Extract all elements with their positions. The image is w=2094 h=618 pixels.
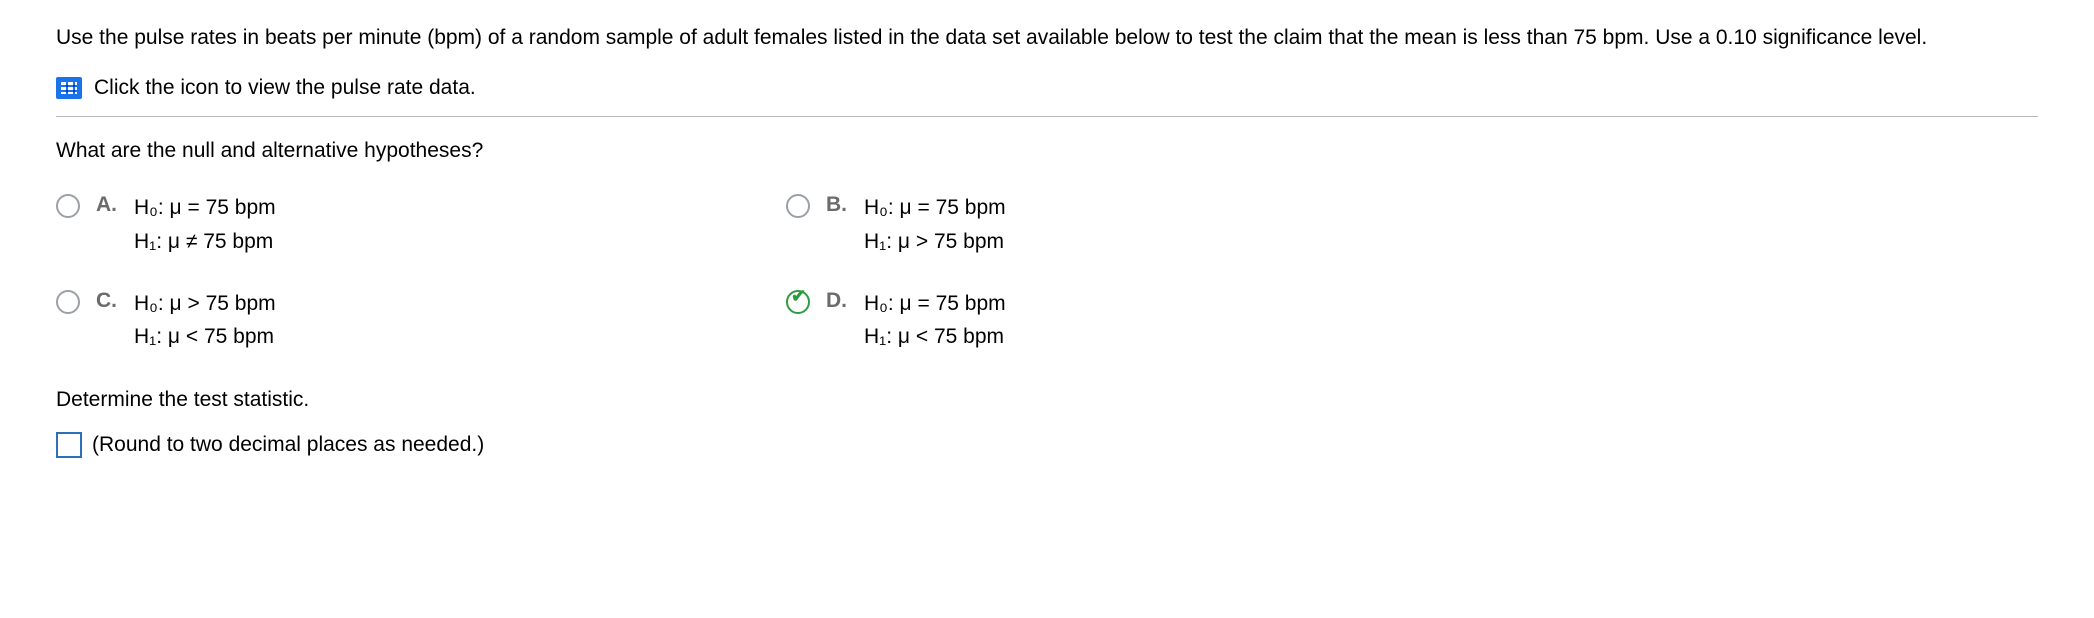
data-link-row[interactable]: Click the icon to view the pulse rate da… (56, 76, 2038, 100)
question-test-statistic: Determine the test statistic. (56, 388, 2038, 412)
option-d-h0: H₀: μ = 75 bpm (864, 287, 1006, 321)
data-table-icon[interactable] (56, 77, 82, 99)
option-d[interactable]: D. H₀: μ = 75 bpm H₁: μ < 75 bpm (786, 287, 1456, 354)
option-a-h0: H₀: μ = 75 bpm (134, 191, 276, 225)
option-letter-b: B. (826, 193, 848, 217)
option-letter-a: A. (96, 193, 118, 217)
option-a-h1: H₁: μ ≠ 75 bpm (134, 225, 276, 259)
option-letter-c: C. (96, 289, 118, 313)
option-a[interactable]: A. H₀: μ = 75 bpm H₁: μ ≠ 75 bpm (56, 191, 726, 258)
option-d-h1: H₁: μ < 75 bpm (864, 320, 1006, 354)
data-link-text[interactable]: Click the icon to view the pulse rate da… (94, 76, 476, 100)
test-statistic-input[interactable] (56, 432, 82, 458)
answer-row: (Round to two decimal places as needed.) (56, 432, 2038, 458)
option-letter-d: D. (826, 289, 848, 313)
divider (56, 116, 2038, 117)
radio-c[interactable] (56, 290, 80, 314)
radio-a[interactable] (56, 194, 80, 218)
option-c[interactable]: C. H₀: μ > 75 bpm H₁: μ < 75 bpm (56, 287, 726, 354)
option-b[interactable]: B. H₀: μ = 75 bpm H₁: μ > 75 bpm (786, 191, 1456, 258)
option-b-h0: H₀: μ = 75 bpm (864, 191, 1006, 225)
radio-d[interactable] (786, 290, 810, 314)
question-intro: Use the pulse rates in beats per minute … (56, 24, 2038, 52)
option-c-h0: H₀: μ > 75 bpm (134, 287, 276, 321)
radio-b[interactable] (786, 194, 810, 218)
options-grid: A. H₀: μ = 75 bpm H₁: μ ≠ 75 bpm B. H₀: … (56, 191, 1456, 353)
option-b-h1: H₁: μ > 75 bpm (864, 225, 1006, 259)
option-c-h1: H₁: μ < 75 bpm (134, 320, 276, 354)
rounding-hint: (Round to two decimal places as needed.) (92, 433, 484, 457)
question-hypotheses: What are the null and alternative hypoth… (56, 139, 2038, 163)
